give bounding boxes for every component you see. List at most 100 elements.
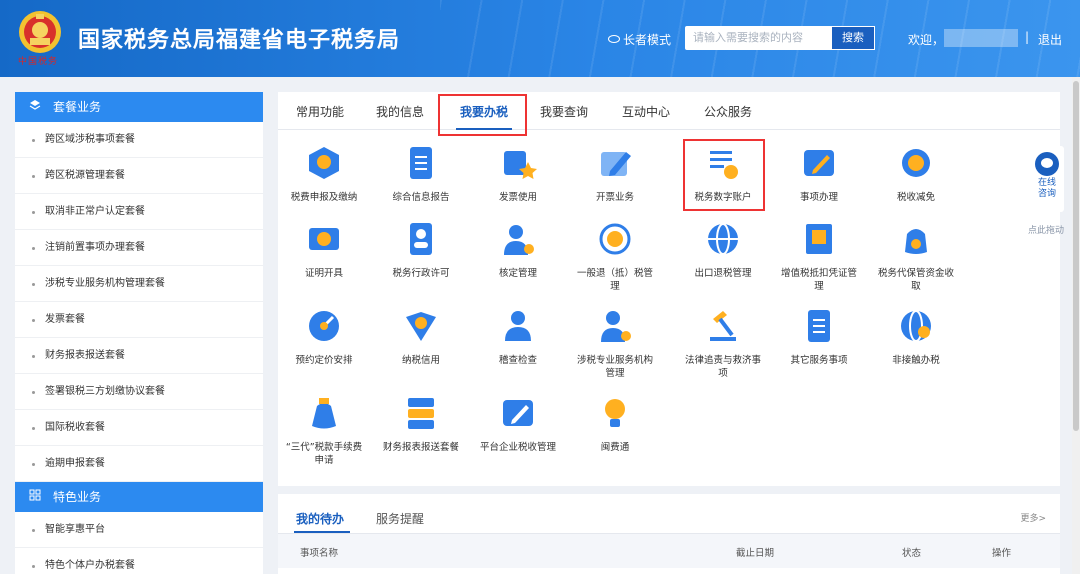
sidebar-item[interactable]: 跨区域涉税事项套餐 (15, 122, 263, 158)
chat-bubble-icon (1035, 152, 1059, 176)
top-header: 中国税务 国家税务总局福建省电子税务局 长者模式 搜索 欢迎， | 退出 (0, 0, 1080, 77)
invoice-icon (504, 151, 537, 179)
sidebar-item-label: 注销前置事项办理套餐 (45, 242, 145, 253)
tab-my-info[interactable]: 我的信息 (376, 103, 424, 120)
elder-mode-label: 长者模式 (623, 33, 672, 47)
sidebar-item[interactable]: 签署银税三方划缴协议套餐 (15, 374, 263, 410)
function-label: 事项办理 (799, 192, 838, 203)
function-item[interactable]: 综合信息报告 (375, 144, 467, 204)
tax-relief-icon (902, 149, 930, 177)
function-label: 税务代保管资金收取 (877, 268, 954, 292)
function-item[interactable]: 发票使用 (472, 144, 564, 204)
function-item[interactable]: 证明开具 (278, 220, 370, 280)
pricing-icon (309, 311, 339, 341)
column-header-deadline: 截止日期 (736, 548, 775, 559)
tab-interaction[interactable]: 互动中心 (622, 103, 670, 120)
search-button[interactable]: 搜索 (831, 26, 875, 50)
verify-manage-icon (504, 225, 534, 255)
function-item[interactable]: 事项办理 (773, 144, 865, 204)
function-label: 纳税信用 (401, 355, 440, 366)
sidebar-item[interactable]: 智能享惠平台 (15, 512, 263, 548)
emblem-caption: 中国税务 (18, 57, 59, 67)
online-consult-button[interactable]: 在线 咨询 (1030, 146, 1064, 212)
contactless-icon (901, 310, 931, 342)
function-item[interactable]: “三代”税款手续费申请 (278, 394, 370, 467)
function-item[interactable]: 税收减免 (870, 144, 962, 204)
sidebar-item[interactable]: 跨区税源管理套餐 (15, 158, 263, 194)
sidebar-item-label: 特色个体户办税套餐 (45, 560, 135, 571)
sidebar-item[interactable]: 逾期申报套餐 (15, 446, 263, 482)
function-label: 税务数字账户 (694, 192, 752, 203)
sidebar-section-label: 套餐业务 (53, 100, 102, 114)
sidebar-item[interactable]: 取消非正常户认定套餐 (15, 194, 263, 230)
function-label: 证明开具 (304, 268, 343, 279)
custody-fund-icon (905, 229, 927, 254)
function-item[interactable]: 稽查检查 (472, 307, 564, 367)
function-item[interactable]: 税务数字账户 (677, 144, 769, 204)
function-item[interactable]: 出口退税管理 (677, 220, 769, 280)
page-scrollbar[interactable] (1072, 77, 1080, 574)
sidebar-item[interactable]: 财务报表报送套餐 (15, 338, 263, 374)
function-label: 发票使用 (498, 192, 537, 203)
sidebar-item[interactable]: 特色个体户办税套餐 (15, 548, 263, 574)
function-item[interactable]: 平台企业税收管理 (472, 394, 564, 454)
elder-mode-link[interactable]: 长者模式 (608, 31, 671, 48)
scrollbar-thumb[interactable] (1073, 81, 1079, 431)
sidebar-item-label: 财务报表报送套餐 (45, 350, 125, 361)
function-item[interactable]: 一般退（抵）税管理 (569, 220, 661, 293)
column-header-action: 操作 (992, 548, 1012, 559)
grid-icon (29, 482, 53, 512)
function-item[interactable]: 法律追责与救济事项 (677, 307, 769, 380)
sidebar-item[interactable]: 注销前置事项办理套餐 (15, 230, 263, 266)
tab-bar: 常用功能 我的信息 我要办税 我要查询 互动中心 公众服务 (278, 92, 1060, 130)
column-header-item: 事项名称 (300, 548, 339, 559)
inspection-icon (505, 311, 531, 341)
sidebar-item[interactable]: 发票套餐 (15, 302, 263, 338)
vat-deduct-icon (806, 224, 832, 254)
sidebar-item[interactable]: 涉税专业服务机构管理套餐 (15, 266, 263, 302)
function-item[interactable]: 税费申报及缴纳 (278, 144, 370, 204)
function-item[interactable]: 开票业务 (569, 144, 661, 204)
tab-my-todo[interactable]: 我的待办 (296, 510, 344, 527)
function-item[interactable]: 非接触办税 (870, 307, 962, 367)
function-label: 闽费通 (600, 442, 630, 453)
sidebar: 套餐业务 跨区域涉税事项套餐 跨区税源管理套餐 取消非正常户认定套餐 注销前置事… (15, 92, 263, 574)
tab-query[interactable]: 我要查询 (540, 103, 588, 120)
consult-line1: 在线 (1037, 178, 1056, 188)
function-item[interactable]: 增值税抵扣凭证管理 (773, 220, 865, 293)
sidebar-section-package[interactable]: 套餐业务 (15, 92, 263, 122)
report-icon (410, 147, 432, 179)
function-item[interactable]: 其它服务事项 (773, 307, 865, 367)
function-item[interactable]: 税务行政许可 (375, 220, 467, 280)
site-title: 国家税务总局福建省电子税务局 (78, 28, 401, 53)
drag-hint[interactable]: 点此拖动 (1028, 223, 1064, 236)
masked-username (944, 29, 1018, 47)
todo-table-header (278, 534, 1060, 568)
sidebar-section-special[interactable]: 特色业务 (15, 482, 263, 512)
function-label: 增值税抵扣凭证管理 (780, 268, 857, 292)
function-item[interactable]: 闽费通 (569, 394, 661, 454)
search-input[interactable] (685, 26, 831, 50)
function-item[interactable]: 核定管理 (472, 220, 564, 280)
tab-common[interactable]: 常用功能 (296, 103, 344, 120)
tab-public-service[interactable]: 公众服务 (704, 103, 752, 120)
more-link[interactable]: 更多> (1020, 511, 1046, 524)
function-item[interactable]: 纳税信用 (375, 307, 467, 367)
sidebar-item-label: 智能享惠平台 (45, 524, 105, 535)
function-item[interactable]: 税务代保管资金收取 (870, 220, 962, 293)
tab-service-reminder[interactable]: 服务提醒 (376, 510, 424, 527)
consult-line2: 咨询 (1037, 189, 1056, 199)
lightbulb-icon (605, 399, 625, 427)
fee-bag-icon (312, 398, 336, 429)
function-label: 综合信息报告 (392, 192, 450, 203)
function-item[interactable]: 预约定价安排 (278, 307, 370, 367)
platform-icon (503, 400, 533, 426)
function-item[interactable]: 财务报表报送套餐 (375, 394, 467, 454)
sidebar-item-label: 取消非正常户认定套餐 (45, 206, 145, 217)
function-label: 平台企业税收管理 (479, 442, 556, 453)
logout-link[interactable]: 退出 (1038, 31, 1062, 48)
sidebar-item[interactable]: 国际税收套餐 (15, 410, 263, 446)
function-item[interactable]: 涉税专业服务机构管理 (569, 307, 661, 380)
sidebar-item-label: 跨区税源管理套餐 (45, 170, 125, 181)
tax-declare-icon (309, 147, 339, 179)
